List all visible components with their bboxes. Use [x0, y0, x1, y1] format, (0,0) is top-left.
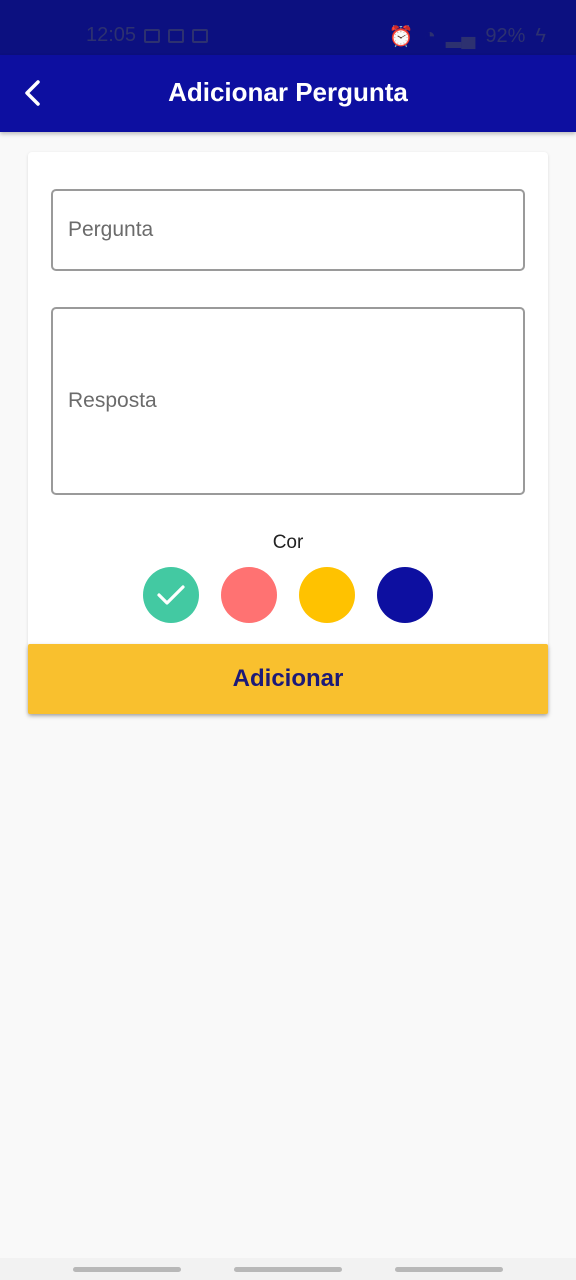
- status-indicators: ⏰ ◔ ▂▄ 92% ϟ: [389, 24, 546, 49]
- image-icon: [168, 28, 185, 43]
- color-swatch-blue[interactable]: [377, 567, 433, 623]
- question-input[interactable]: Pergunta: [51, 189, 525, 271]
- question-form-card: Pergunta Resposta Cor Adicionar: [28, 152, 548, 714]
- status-time: 12:05: [86, 24, 137, 46]
- signal-icon: ▂▄: [445, 26, 476, 48]
- nav-back[interactable]: [395, 1267, 503, 1272]
- video-icon: [144, 28, 161, 43]
- check-icon: [157, 585, 185, 605]
- nav-recent-apps[interactable]: [73, 1267, 181, 1272]
- wifi-icon: ◔: [423, 25, 436, 47]
- color-label: Cor: [272, 532, 304, 553]
- app-bar: Adicionar Pergunta: [0, 55, 576, 132]
- color-swatch-yellow[interactable]: [299, 567, 355, 623]
- alarm-icon: ⏰: [388, 26, 414, 48]
- color-swatch-red[interactable]: [221, 567, 277, 623]
- battery-charging-icon: ϟ: [535, 25, 546, 47]
- color-swatch-green[interactable]: [143, 567, 199, 623]
- system-navigation-bar: [0, 1258, 576, 1280]
- app-notification-icon: [192, 28, 209, 43]
- page-title: Adicionar Pergunta: [168, 77, 408, 107]
- add-button[interactable]: Adicionar: [28, 644, 548, 714]
- status-bar: 12:05 ⏰ ◔ ▂▄ 92% ϟ: [0, 0, 576, 55]
- status-time-group: 12:05: [86, 24, 209, 47]
- answer-input[interactable]: Resposta: [51, 307, 525, 495]
- color-picker: [28, 567, 548, 623]
- battery-level: 92%: [485, 25, 526, 47]
- nav-home[interactable]: [234, 1267, 342, 1272]
- question-placeholder: Pergunta: [68, 218, 154, 241]
- answer-placeholder: Resposta: [68, 389, 157, 412]
